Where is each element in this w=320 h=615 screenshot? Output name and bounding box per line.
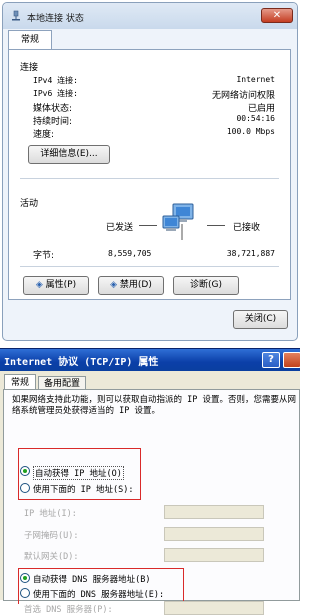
close-window-button[interactable] xyxy=(283,352,301,368)
shield-icon: ◈ xyxy=(35,280,43,290)
diagnose-button[interactable]: 诊断(G) xyxy=(173,276,239,295)
ip-manual-radio[interactable] xyxy=(20,483,30,493)
close-window-button[interactable]: ✕ xyxy=(261,8,293,23)
details-button[interactable]: 详细信息(E)... xyxy=(28,145,110,164)
sent-label: 已发送 xyxy=(106,223,134,233)
ipv4-value: Internet xyxy=(236,75,275,84)
preferred-dns-label: 首选 DNS 服务器(P): xyxy=(24,605,113,615)
tcpip-properties-window: Internet 协议 (TCP/IP) 属性 ? 常规 备用配置 如果网络支持… xyxy=(0,348,301,615)
title-bar: 本地连接 状态 ✕ xyxy=(3,3,297,29)
duration-value: 00:54:16 xyxy=(236,114,275,123)
subnet-mask-field[interactable] xyxy=(164,527,264,541)
help-icon: ? xyxy=(268,354,274,365)
ip-address-label: IP 地址(I): xyxy=(24,509,77,519)
bytes-label: 字节: xyxy=(33,251,55,261)
bytes-sent-value: 8,559,705 xyxy=(108,249,152,258)
ip-manual-label[interactable]: 使用下面的 IP 地址(S): xyxy=(33,483,133,495)
close-icon: ✕ xyxy=(272,10,282,21)
dns-auto-radio[interactable] xyxy=(20,573,30,583)
default-gateway-label: 默认网关(D): xyxy=(24,552,79,562)
speed-label: 速度: xyxy=(33,130,55,140)
media-state-label: 媒体状态: xyxy=(33,104,73,114)
network-icon xyxy=(12,10,20,21)
ip-auto-label[interactable]: 自动获得 IP 地址(O) xyxy=(33,466,124,480)
disable-button[interactable]: ◈ 禁用(D) xyxy=(98,276,164,295)
sent-line xyxy=(139,225,157,226)
network-computers-icon xyxy=(162,203,194,240)
title-bar: Internet 协议 (TCP/IP) 属性 ? xyxy=(0,349,301,371)
dns-auto-label[interactable]: 自动获得 DNS 服务器地址(B) xyxy=(33,573,150,585)
close-button[interactable]: 关闭(C) xyxy=(233,310,288,329)
subnet-mask-label: 子网掩码(U): xyxy=(24,531,79,541)
properties-button-label: 属性(P) xyxy=(45,280,77,290)
ipv6-label: IPv6 连接: xyxy=(33,89,78,98)
preferred-dns-field[interactable] xyxy=(164,601,264,615)
ipv4-label: IPv4 连接: xyxy=(33,76,78,85)
dns-manual-radio[interactable] xyxy=(20,588,30,598)
media-state-value: 已启用 xyxy=(247,104,275,114)
tab-general-label: 常规 xyxy=(10,378,29,388)
general-panel: 如果网络支持此功能，则可以获取自动指派的 IP 设置。否则，您需要从网络系统管理… xyxy=(3,389,300,615)
dns-manual-label[interactable]: 使用下面的 DNS 服务器地址(E): xyxy=(33,588,164,600)
ip-auto-radio[interactable] xyxy=(20,466,30,476)
shield-icon: ◈ xyxy=(110,280,118,290)
bytes-received-value: 38,721,887 xyxy=(226,249,275,258)
help-button[interactable]: ? xyxy=(262,352,280,368)
activity-section-title: 活动 xyxy=(20,199,39,209)
section-divider xyxy=(20,178,279,179)
duration-label: 持续时间: xyxy=(33,117,73,127)
connection-section-title: 连接 xyxy=(20,63,39,73)
ipv6-value: 无网络访问权限 xyxy=(211,91,275,101)
tab-general[interactable]: 常规 xyxy=(4,374,36,390)
properties-button[interactable]: ◈ 属性(P) xyxy=(23,276,89,295)
tab-general[interactable]: 常规 xyxy=(8,30,52,50)
description-text: 如果网络支持此功能，则可以获取自动指派的 IP 设置。否则，您需要从网络系统管理… xyxy=(12,395,296,416)
default-gateway-field[interactable] xyxy=(164,548,264,562)
ip-address-field[interactable] xyxy=(164,505,264,519)
received-label: 已接收 xyxy=(233,223,261,233)
window-title: 本地连接 状态 xyxy=(27,14,84,24)
window-title: Internet 协议 (TCP/IP) 属性 xyxy=(4,357,159,368)
connection-status-window: 本地连接 状态 ✕ 常规 连接 IPv4 连接: Internet IPv6 连… xyxy=(2,2,298,341)
bottom-divider xyxy=(20,266,279,267)
received-line xyxy=(207,225,225,226)
disable-button-label: 禁用(D) xyxy=(119,280,152,290)
speed-value: 100.0 Mbps xyxy=(226,127,275,136)
tab-alternate-config[interactable]: 备用配置 xyxy=(38,376,86,390)
tab-alternate-config-label: 备用配置 xyxy=(43,379,80,389)
tab-general-label: 常规 xyxy=(20,35,39,45)
general-panel: 连接 IPv4 连接: Internet IPv6 连接: 无网络访问权限 媒体… xyxy=(8,49,291,300)
